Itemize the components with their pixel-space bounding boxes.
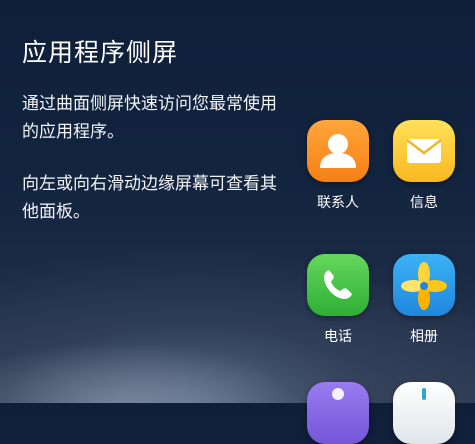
app-contacts[interactable]: 联系人 [300,120,376,212]
phone-icon[interactable] [307,254,369,316]
contacts-icon[interactable] [307,120,369,182]
page-title: 应用程序侧屏 [22,38,179,67]
app-phone[interactable]: 电话 [300,254,376,346]
description-paragraph-2: 向左或向右滑动边缘屏幕可查看其他面板。 [22,174,277,222]
app-label-messages: 信息 [410,195,438,211]
app-white[interactable] [386,382,462,444]
app-label-phone: 电话 [324,329,352,345]
description-paragraph-1: 通过曲面侧屏快速访问您最常使用的应用程序。 [22,94,277,142]
app-purple[interactable] [300,382,376,444]
app-messages[interactable]: 信息 [386,120,462,212]
purple-app-icon[interactable] [307,382,369,444]
app-label-contacts: 联系人 [317,195,359,211]
gallery-icon[interactable] [393,254,455,316]
white-app-icon[interactable] [393,382,455,444]
app-gallery[interactable]: 相册 [386,254,462,346]
messages-icon[interactable] [393,120,455,182]
intro-text: 应用程序侧屏 通过曲面侧屏快速访问您最常使用的应用程序。 向左或向右滑动边缘屏幕… [22,36,292,250]
app-label-gallery: 相册 [410,329,438,345]
apps-edge-panel: 联系人 信息 电话 相册 [300,120,462,444]
